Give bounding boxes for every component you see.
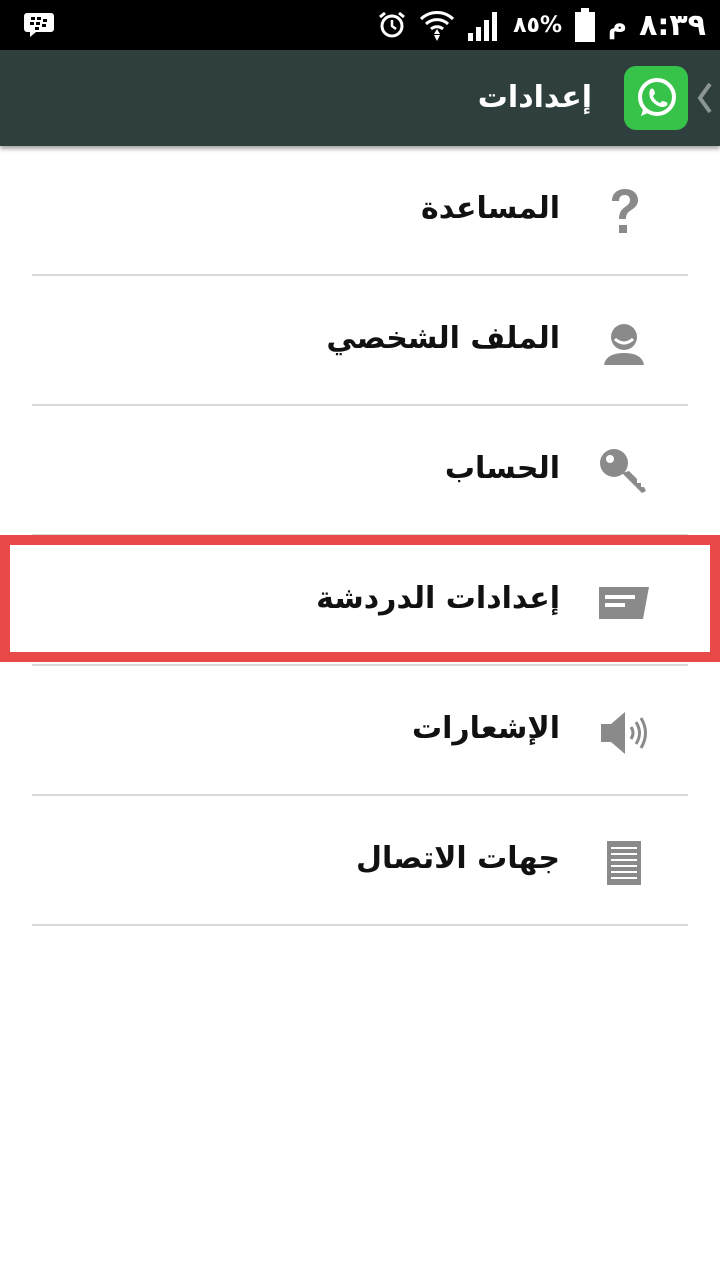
battery-icon	[575, 8, 595, 42]
help-question-icon	[592, 183, 656, 243]
settings-item-label: الحساب	[444, 451, 560, 486]
back-chevron-icon[interactable]	[696, 80, 714, 116]
settings-item-chat-settings[interactable]: إعدادات الدردشة	[0, 536, 720, 666]
settings-item-label: المساعدة	[421, 191, 560, 226]
settings-item-profile[interactable]: الملف الشخصي	[0, 276, 720, 406]
status-bar: ٨٥% م ٨:٣٩	[0, 0, 720, 50]
settings-item-notifications[interactable]: الإشعارات	[0, 666, 720, 796]
status-ampm: م	[608, 10, 628, 40]
settings-item-label: جهات الاتصال	[355, 841, 560, 876]
speaker-sound-icon	[592, 703, 656, 763]
bbm-notification-icon	[24, 13, 54, 37]
status-time: ٨:٣٩	[639, 7, 706, 43]
settings-item-contacts[interactable]: جهات الاتصال	[0, 796, 720, 926]
app-bar: إعدادات	[0, 50, 720, 146]
wifi-icon	[420, 11, 455, 41]
settings-item-help[interactable]: المساعدة	[0, 146, 720, 276]
divider	[32, 924, 688, 926]
signal-icon	[468, 12, 498, 41]
alarm-icon	[379, 11, 406, 38]
key-icon	[592, 443, 656, 503]
settings-item-account[interactable]: الحساب	[0, 406, 720, 536]
settings-item-label: الملف الشخصي	[326, 321, 560, 356]
chat-message-icon	[592, 573, 656, 633]
settings-item-label: إعدادات الدردشة	[316, 581, 560, 616]
profile-person-icon	[592, 313, 656, 373]
page-title: إعدادات	[477, 80, 592, 115]
whatsapp-logo-icon[interactable]	[624, 66, 688, 130]
battery-percent: ٨٥%	[513, 12, 562, 38]
settings-item-label: الإشعارات	[411, 711, 560, 746]
contacts-list-icon	[592, 833, 656, 893]
